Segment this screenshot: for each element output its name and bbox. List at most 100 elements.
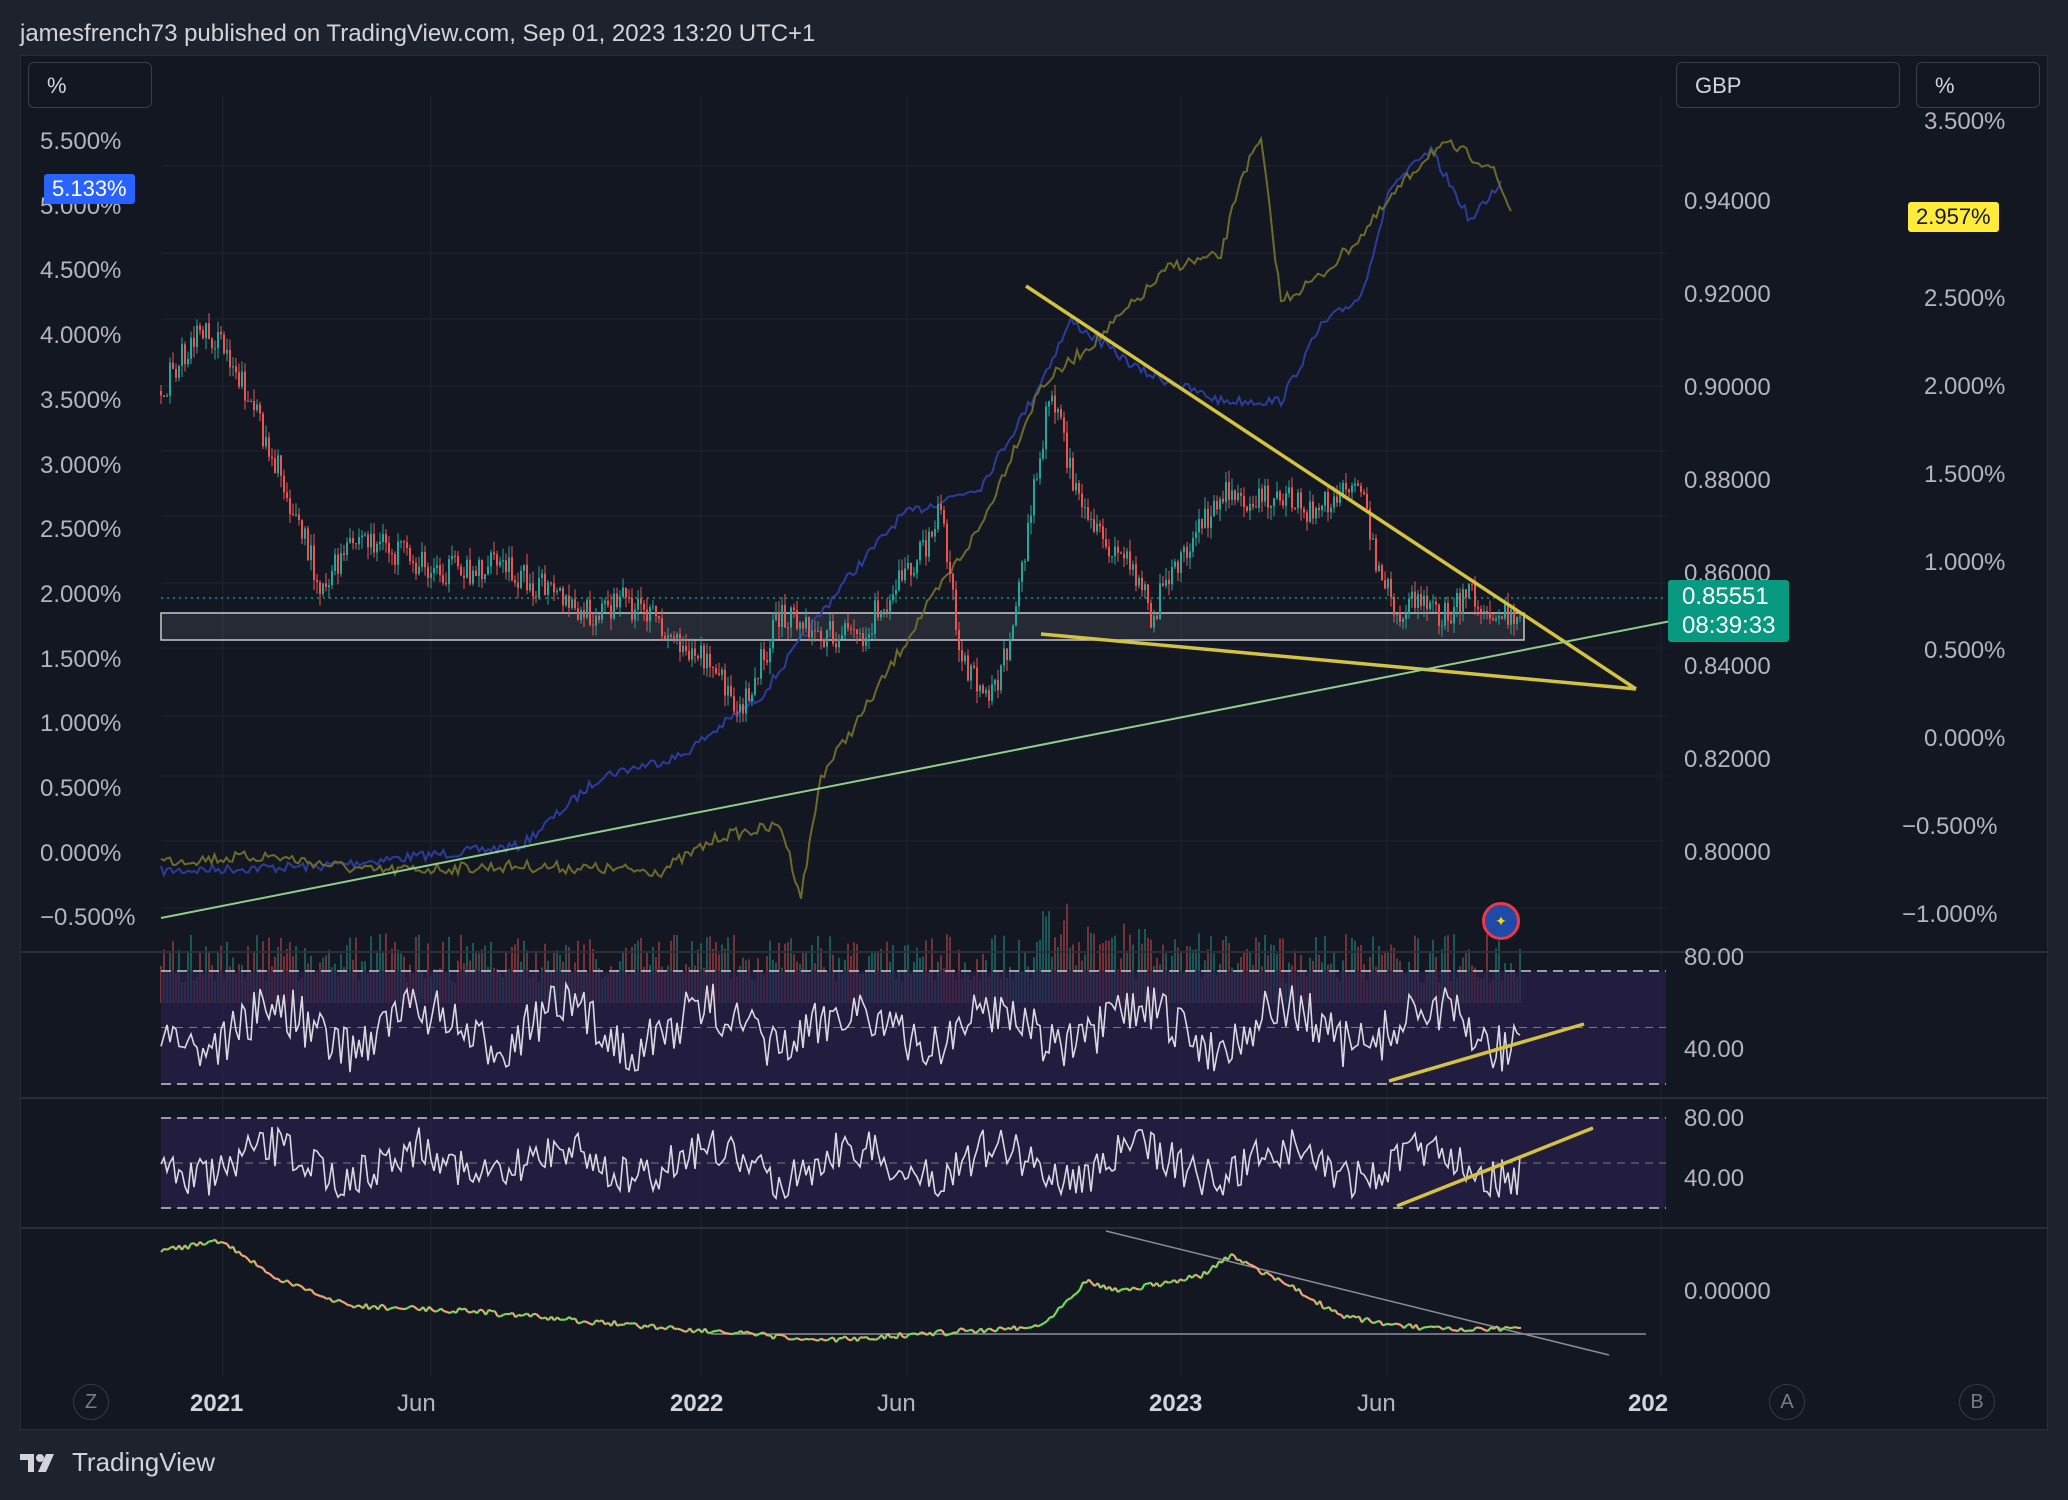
b-scale-button[interactable]: B [1959, 1384, 1995, 1420]
osc-segment [1310, 1298, 1315, 1302]
price-axis-tick: 0.92000 [1684, 281, 1771, 308]
candle-body [1093, 519, 1095, 532]
candle-body [1126, 551, 1128, 559]
osc-segment [716, 1329, 721, 1332]
osc-segment [298, 1284, 303, 1289]
rsi-pane-1[interactable] [160, 970, 1666, 1085]
osc-segment [664, 1325, 670, 1331]
candle-body [493, 552, 495, 555]
candle-body [409, 547, 411, 562]
osc-segment [1076, 1288, 1081, 1294]
candle-body [1372, 538, 1374, 540]
candle-body [343, 553, 345, 555]
osc-segment [784, 1335, 790, 1341]
candle-body [1084, 507, 1086, 509]
osc-segment [295, 1283, 300, 1287]
osc-segment [1403, 1324, 1408, 1329]
right-axis-tick: 0.500% [1924, 637, 2006, 664]
right-scale-button[interactable]: % [1916, 62, 2040, 108]
candle-body [490, 552, 492, 567]
right-axis-tick: 1.500% [1924, 461, 2006, 488]
candle-body [571, 599, 573, 608]
candle-body [1156, 615, 1158, 619]
osc-segment [535, 1313, 541, 1318]
pane-separator[interactable] [20, 1097, 2048, 1099]
osc-segment [1487, 1326, 1492, 1332]
candle-body [1177, 561, 1179, 573]
candle-body [1408, 598, 1410, 614]
osc-segment [529, 1313, 535, 1318]
candle-body [253, 401, 255, 410]
osc-segment [1182, 1278, 1187, 1282]
pane-separator[interactable] [20, 1227, 2048, 1229]
candle-body [1213, 500, 1215, 517]
osc-segment [1233, 1254, 1238, 1261]
candle-body [748, 688, 750, 701]
candle-body [844, 623, 846, 636]
osc-segment [1367, 1317, 1372, 1323]
candle-body [1453, 607, 1455, 624]
candle-body [199, 325, 201, 331]
candle-body [1333, 496, 1335, 508]
chart-canvas[interactable] [21, 56, 2049, 1431]
candle-body [1264, 485, 1266, 502]
candle-body [1063, 417, 1065, 433]
osc-segment [1132, 1286, 1137, 1290]
candle-body [877, 600, 879, 618]
candle-body [910, 562, 912, 576]
osc-segment [722, 1331, 727, 1335]
osc-segment [1019, 1325, 1024, 1329]
auto-scale-button[interactable]: A [1769, 1384, 1805, 1420]
candle-body [304, 528, 306, 539]
osc-segment [493, 1310, 499, 1317]
osc-segment [1427, 1325, 1432, 1329]
candle-body [532, 583, 534, 597]
eu-flag-icon[interactable]: ✦ [1482, 902, 1520, 940]
rsi-pane-2[interactable] [160, 1117, 1666, 1209]
candle-body [1285, 493, 1287, 506]
price-axis-tick: 0.90000 [1684, 374, 1771, 401]
candle-body [1042, 448, 1044, 459]
osc-segment [1280, 1279, 1285, 1285]
osc-segment [757, 1331, 763, 1336]
candle-body [988, 690, 990, 701]
reset-zoom-button[interactable]: Z [73, 1384, 109, 1420]
candle-body [1153, 615, 1155, 628]
candle-body [1510, 609, 1512, 625]
candle-body [1366, 494, 1368, 509]
candle-body [697, 655, 699, 659]
candle-body [616, 593, 618, 608]
left-scale-button[interactable]: % [28, 62, 152, 108]
osc-segment [389, 1306, 394, 1310]
osc-segment [1274, 1277, 1279, 1282]
time-label: Jun [877, 1390, 916, 1417]
osc-segment [455, 1307, 460, 1314]
osc-segment [1343, 1314, 1348, 1320]
candle-body [553, 583, 555, 593]
osc-segment [577, 1321, 582, 1325]
osc-segment [802, 1337, 807, 1341]
osc-segment [1046, 1316, 1051, 1322]
main-price-pane[interactable] [160, 135, 1672, 1003]
osc-segment [256, 1265, 261, 1268]
osc-segment [232, 1246, 237, 1254]
candle-body [859, 633, 861, 635]
candle-body [385, 534, 387, 544]
oscillator-pane[interactable] [160, 1230, 1646, 1356]
candle-body [1258, 488, 1260, 508]
candle-body [1432, 601, 1434, 603]
osc-segment [1129, 1286, 1134, 1292]
osc-segment [1439, 1326, 1444, 1331]
osc-segment [805, 1337, 810, 1341]
chart-area[interactable] [20, 55, 2048, 1430]
candle-body [619, 596, 621, 608]
candle-body [334, 554, 336, 571]
osc-segment [1349, 1314, 1354, 1319]
osc-segment [905, 1333, 910, 1339]
candle-body [1090, 519, 1092, 521]
osc-segment [1502, 1325, 1507, 1330]
candle-body [1378, 565, 1380, 571]
currency-scale-button[interactable]: GBP [1676, 62, 1900, 108]
osc-segment [974, 1330, 979, 1335]
price-axis-tick: 0.84000 [1684, 653, 1771, 680]
